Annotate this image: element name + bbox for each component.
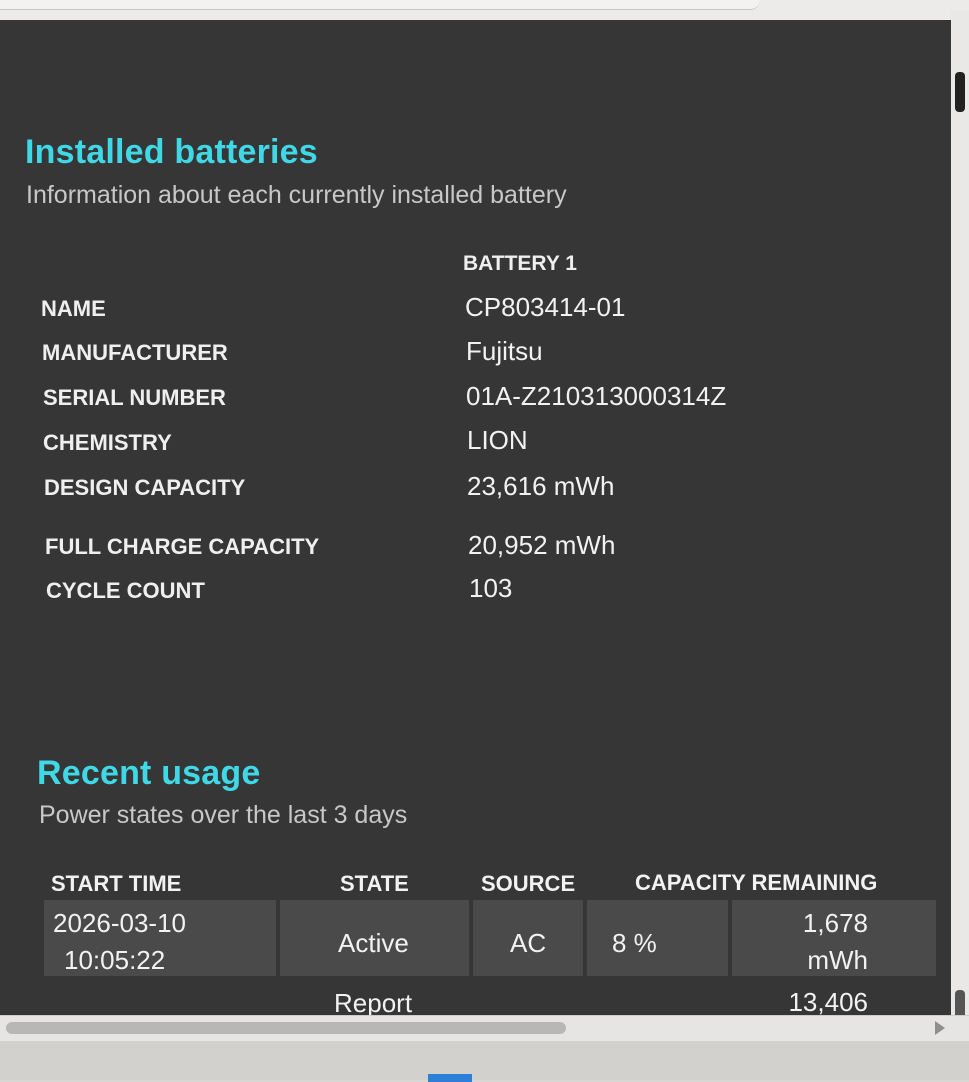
installed-batteries-subtitle: Information about each currently install… (26, 181, 567, 209)
battery-report-page: Installed batteries Information about ea… (0, 20, 952, 1015)
design-capacity-value: 23,616 mWh (467, 471, 615, 501)
cycle-count-value: 103 (469, 573, 513, 603)
tab-strip (0, 0, 760, 10)
window-top-bar (0, 0, 969, 20)
horizontal-scrollbar-thumb[interactable] (6, 1022, 566, 1034)
state-cell: Report (280, 980, 469, 1015)
capacity-mwh-cell: 13,406 (732, 980, 936, 1015)
battery-1-header: BATTERY 1 (463, 252, 577, 275)
name-value: CP803414-01 (465, 292, 626, 322)
manufacturer-label: MANUFACTURER (42, 340, 228, 365)
taskbar (0, 1041, 969, 1082)
cycle-count-label: CYCLE COUNT (46, 578, 205, 603)
capacity-mwh-cell: 1,678 mWh (732, 900, 936, 976)
start-time-cell: 2026-03-10 10:05:22 (44, 900, 276, 976)
vertical-scrollbar[interactable] (951, 10, 969, 1024)
manufacturer-value: Fujitsu (466, 336, 543, 366)
capacity-remaining-column-header: CAPACITY REMAINING (635, 870, 878, 895)
state-cell: Active (280, 900, 469, 976)
serial-number-value: 01A-Z210313000314Z (466, 381, 727, 411)
recent-usage-subtitle: Power states over the last 3 days (39, 801, 408, 829)
capacity-percent: 8 % (612, 928, 657, 958)
serial-number-label: SERIAL NUMBER (43, 385, 226, 410)
full-charge-capacity-label: FULL CHARGE CAPACITY (45, 534, 320, 559)
start-clock: 10:05:22 (64, 945, 166, 975)
source-cell: AC (473, 900, 583, 976)
capacity-percent-cell: 8 % (587, 900, 728, 976)
state-column-header: STATE (340, 871, 409, 896)
start-time-column-header: START TIME (51, 871, 182, 896)
capacity-mwh-value: 1,678 (802, 908, 868, 938)
name-label: NAME (41, 296, 106, 321)
start-icon[interactable] (428, 1074, 472, 1082)
chemistry-value: LION (467, 425, 528, 455)
horizontal-scrollbar[interactable] (0, 1015, 969, 1041)
state-value: Active (338, 928, 409, 958)
recent-usage-title: Recent usage (37, 754, 261, 792)
start-date: 2026-03-10 (53, 908, 186, 938)
chemistry-label: CHEMISTRY (43, 430, 172, 455)
capacity-mwh-value: 13,406 (788, 987, 868, 1015)
source-value: AC (510, 928, 547, 958)
state-value: Report (334, 988, 413, 1015)
capacity-mwh-unit: mWh (807, 945, 868, 975)
source-column-header: SOURCE (481, 871, 576, 896)
full-charge-capacity-value: 20,952 mWh (468, 530, 616, 560)
design-capacity-label: DESIGN CAPACITY (44, 475, 246, 500)
scroll-right-arrow-icon[interactable] (935, 1021, 945, 1035)
scrollbar-thumb[interactable] (955, 72, 965, 112)
installed-batteries-title: Installed batteries (25, 133, 318, 171)
